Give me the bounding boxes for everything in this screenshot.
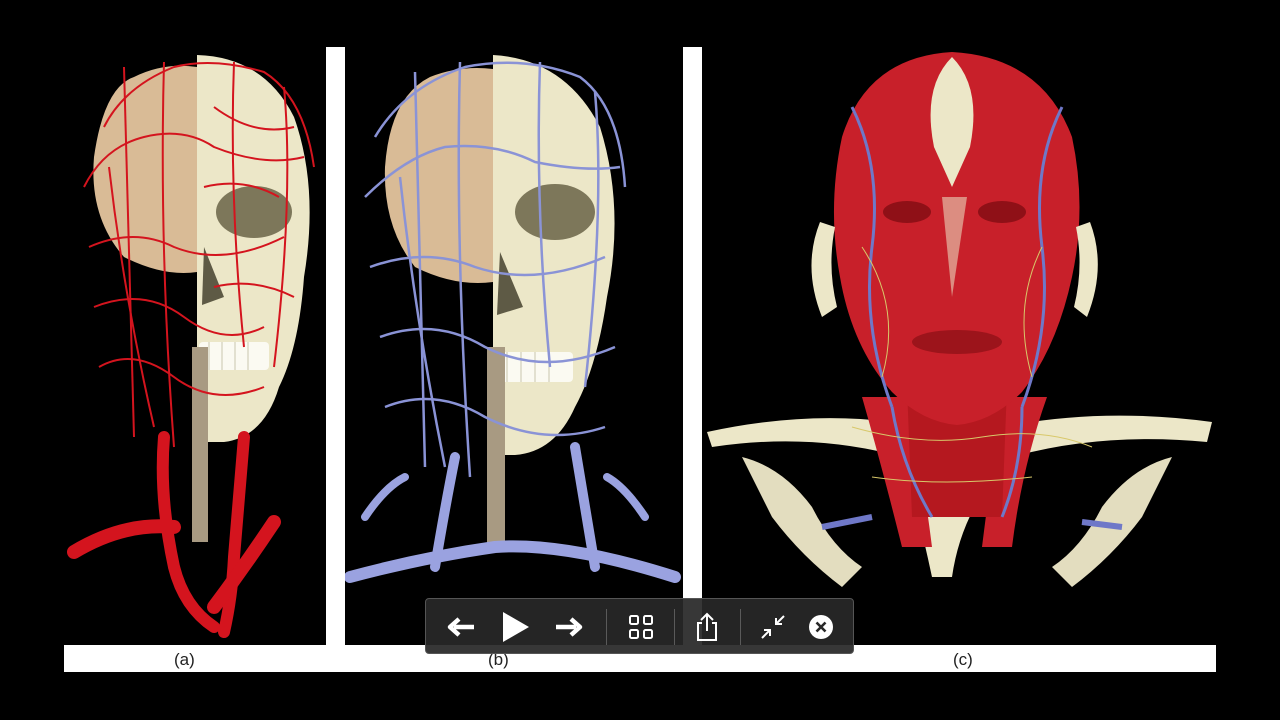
close-icon [808, 614, 834, 640]
play-icon [500, 611, 530, 643]
previous-button[interactable] [434, 599, 488, 655]
play-button[interactable] [488, 599, 542, 655]
separator-left [326, 47, 345, 647]
panel-c-muscles [702, 47, 1216, 645]
caption-c: (c) [953, 650, 973, 669]
share-button[interactable] [680, 599, 734, 655]
share-icon [695, 612, 719, 642]
slideshow-toolbar [425, 598, 854, 654]
arrow-right-icon [554, 616, 584, 638]
toolbar-divider [606, 609, 607, 645]
arrow-left-icon [446, 616, 476, 638]
toolbar-divider [740, 609, 741, 645]
separator-right [683, 47, 702, 647]
close-button[interactable] [794, 599, 848, 655]
panel-a-arteries [64, 47, 326, 645]
grid-icon [628, 614, 654, 640]
slideshow-stage: (a) (b) (c) [0, 0, 1280, 720]
toolbar-divider [674, 609, 675, 645]
next-button[interactable] [542, 599, 596, 655]
caption-a: (a) [174, 650, 195, 669]
collapse-icon [760, 614, 786, 640]
panel-b-veins [345, 47, 683, 645]
exit-fullscreen-button[interactable] [746, 599, 800, 655]
index-sheet-button[interactable] [614, 599, 668, 655]
